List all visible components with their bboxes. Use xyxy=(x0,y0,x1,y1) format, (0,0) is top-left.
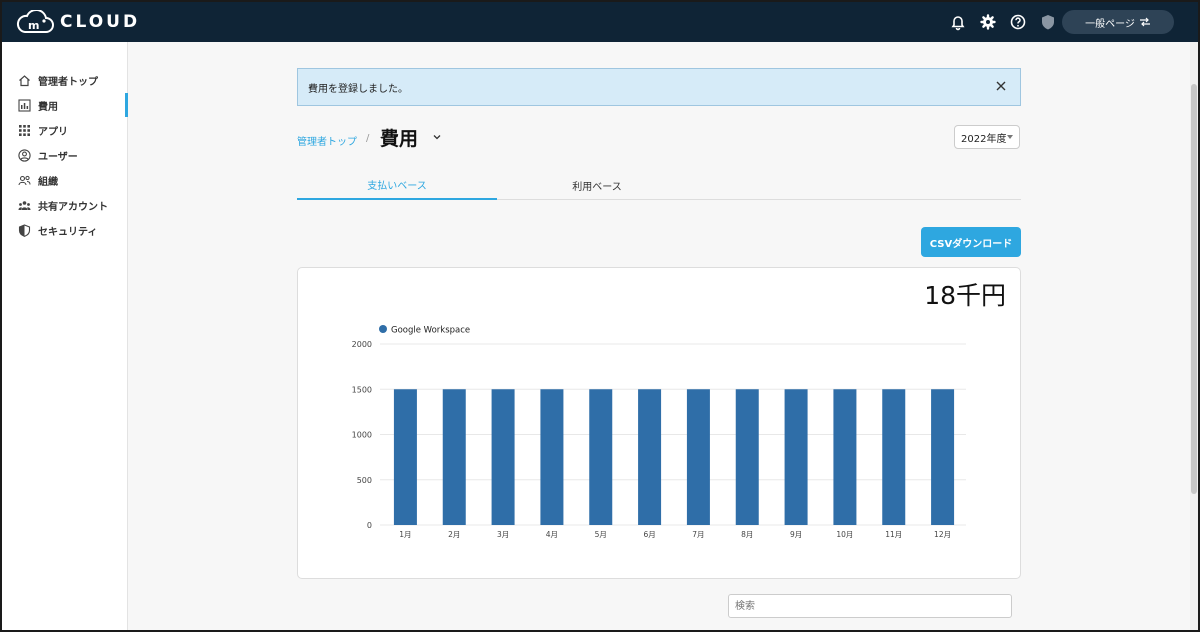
chart-bar xyxy=(540,389,564,525)
chart-bar xyxy=(589,389,613,525)
breadcrumb-separator: / xyxy=(366,133,370,144)
switch-label: 一般ページ xyxy=(1085,18,1135,30)
sidebar-item-security[interactable]: セキュリティ xyxy=(18,220,124,240)
grid-icon xyxy=(19,124,30,136)
shield-icon xyxy=(18,223,31,237)
x-tick-label: 1月 xyxy=(399,530,411,539)
tab-label: 利用ベース xyxy=(572,181,622,193)
caret-down-icon xyxy=(1007,135,1013,139)
bell-icon[interactable] xyxy=(949,13,967,31)
bar-chart-icon xyxy=(18,98,31,112)
x-tick-label: 6月 xyxy=(643,530,655,539)
sidebar-item-label: 共有アカウント xyxy=(38,201,108,213)
sidebar-item-label: ユーザー xyxy=(38,151,78,163)
tab-usage-basis[interactable]: 利用ベース xyxy=(497,170,697,200)
x-tick-label: 10月 xyxy=(836,530,853,539)
y-tick-label: 2000 xyxy=(352,340,372,349)
sidebar-item-apps[interactable]: アプリ xyxy=(18,120,124,140)
y-tick-label: 0 xyxy=(367,521,372,530)
chart-bar xyxy=(686,389,710,525)
sidebar-item-shared-accounts[interactable]: 共有アカウント xyxy=(18,195,124,215)
sidebar: 管理者トップ 費用 アプリ ユーザー 組織 共有アカウント セキュリティ xyxy=(2,42,128,630)
search-input[interactable] xyxy=(728,594,1012,618)
chart-bar xyxy=(882,389,906,525)
switch-general-page-button[interactable]: 一般ページ xyxy=(1062,10,1174,34)
alert-message: 費用を登録しました。 xyxy=(308,83,408,95)
sidebar-active-indicator xyxy=(125,93,128,117)
chart-bar xyxy=(735,389,759,525)
sidebar-item-label: 管理者トップ xyxy=(38,76,98,88)
sidebar-item-label: セキュリティ xyxy=(38,226,98,238)
success-alert: 費用を登録しました。 xyxy=(297,68,1021,106)
y-tick-label: 1500 xyxy=(352,385,372,394)
breadcrumb-admin-top-link[interactable]: 管理者トップ xyxy=(297,133,357,148)
legend-label: Google Workspace xyxy=(391,326,470,336)
cost-chart-card: 18千円 Google Workspace 0 500 1000 1500 2000 1月 2… xyxy=(297,267,1021,579)
x-tick-label: 3月 xyxy=(497,530,509,539)
shared-account-icon xyxy=(18,200,31,210)
x-tick-label: 8月 xyxy=(741,530,753,539)
sidebar-item-label: 費用 xyxy=(38,101,58,113)
y-tick-label: 500 xyxy=(357,476,372,485)
page-scrollbar[interactable] xyxy=(1190,42,1198,630)
chart-bar xyxy=(833,389,857,525)
x-tick-label: 9月 xyxy=(790,530,802,539)
close-icon[interactable] xyxy=(992,77,1010,95)
chart-bar xyxy=(393,389,417,525)
chart-bar xyxy=(638,389,662,525)
shield-icon[interactable] xyxy=(1039,13,1057,31)
legend-swatch xyxy=(379,325,387,333)
chart-bar xyxy=(442,389,466,525)
chart-bar xyxy=(784,389,808,525)
help-icon[interactable] xyxy=(1009,13,1027,31)
home-icon xyxy=(19,74,30,86)
sidebar-item-label: アプリ xyxy=(38,126,68,138)
x-tick-label: 4月 xyxy=(546,530,558,539)
sidebar-item-costs[interactable]: 費用 xyxy=(18,95,124,115)
x-tick-label: 11月 xyxy=(885,530,902,539)
logo-text: CLOUD xyxy=(60,12,141,32)
csv-download-label: CSVダウンロード xyxy=(929,238,1013,250)
tab-payment-basis[interactable]: 支払いベース xyxy=(297,170,497,200)
tab-bar: 支払いベース 利用ベース xyxy=(297,170,1021,200)
sidebar-item-admin-top[interactable]: 管理者トップ xyxy=(18,70,124,90)
logo[interactable]: m CLOUD xyxy=(16,9,140,35)
csv-download-button[interactable]: CSVダウンロード xyxy=(921,227,1021,257)
gear-icon[interactable] xyxy=(979,13,997,31)
switch-arrows-icon xyxy=(1139,17,1150,27)
year-select[interactable]: 2022年度 xyxy=(954,125,1020,149)
logo-mark: m xyxy=(28,19,39,32)
cost-bar-chart: Google Workspace 0 500 1000 1500 2000 1月 2月 3月 4月… xyxy=(352,325,966,539)
y-tick-label: 1000 xyxy=(352,431,372,440)
group-icon xyxy=(18,175,31,185)
chevron-down-icon[interactable] xyxy=(432,132,442,142)
tab-label: 支払いベース xyxy=(367,180,427,192)
cloud-logo-icon: m xyxy=(16,10,54,33)
scrollbar-thumb[interactable] xyxy=(1191,84,1197,494)
x-tick-label: 12月 xyxy=(934,530,951,539)
x-tick-label: 2月 xyxy=(448,530,460,539)
chart-bar xyxy=(491,389,515,525)
x-tick-label: 5月 xyxy=(595,530,607,539)
year-select-value: 2022年度 xyxy=(961,133,1007,145)
top-header: m CLOUD 一般ページ xyxy=(2,2,1198,42)
x-tick-label: 7月 xyxy=(692,530,704,539)
sidebar-item-organization[interactable]: 組織 xyxy=(18,170,124,190)
sidebar-item-label: 組織 xyxy=(38,176,58,188)
sidebar-item-users[interactable]: ユーザー xyxy=(18,145,124,165)
app-window: m CLOUD 一般ページ 管理者トップ 費用 アプリ ユーザー 組織 共有アカ… xyxy=(0,0,1200,632)
chart-bar xyxy=(931,389,955,525)
page-title: 費用 xyxy=(380,128,419,150)
user-icon xyxy=(18,148,31,162)
